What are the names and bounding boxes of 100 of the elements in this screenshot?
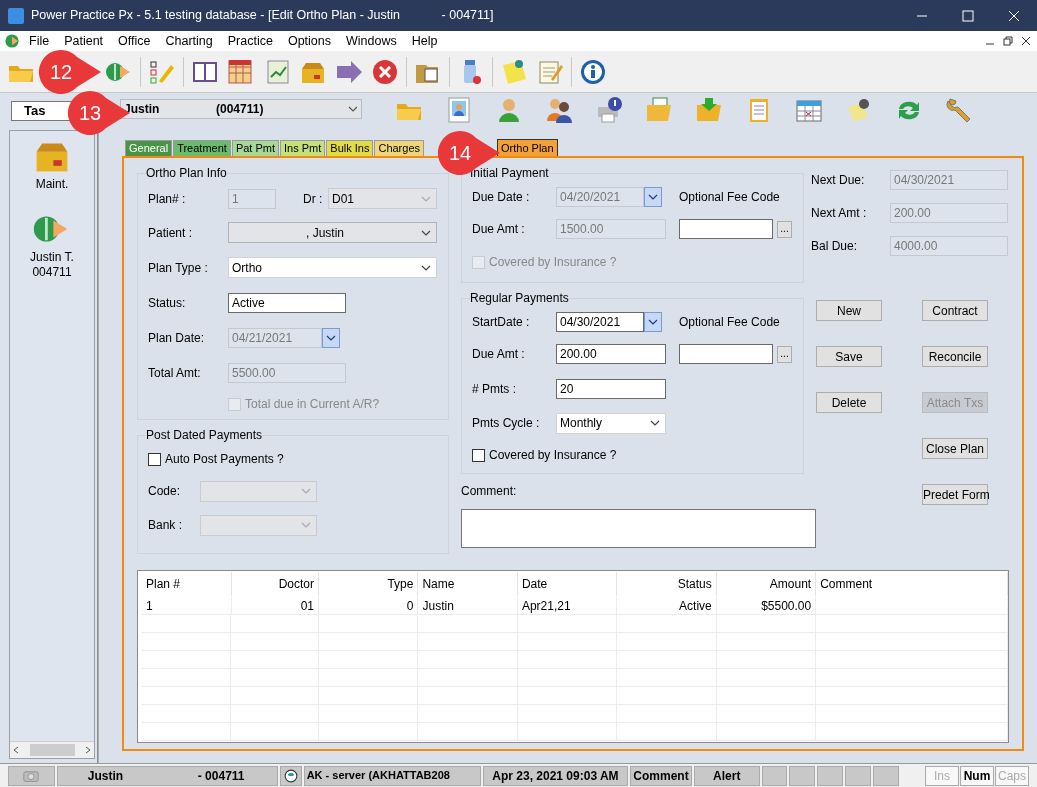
scroll-thumb[interactable] [29, 744, 75, 756]
column-header[interactable]: Status [617, 572, 717, 596]
chevron-icon [301, 522, 311, 528]
menu-item[interactable]: Options [287, 31, 331, 51]
chevron-icon [650, 420, 660, 426]
field-label: Bank : [148, 517, 184, 534]
comment-field[interactable] [461, 509, 816, 548]
callout-badge: 12 [38, 49, 102, 95]
tab[interactable]: Pat Pmt [231, 140, 279, 156]
tab[interactable]: Ortho Plan [497, 139, 558, 156]
table-cell: 1 [142, 597, 232, 614]
form-button[interactable]: Reconcile [922, 346, 988, 367]
chevron-icon [648, 319, 658, 325]
date-dropdown-button[interactable] [322, 327, 340, 348]
menu-item[interactable]: Patient [64, 31, 104, 51]
tab[interactable]: Treatment [173, 140, 231, 156]
tab[interactable]: General [125, 140, 173, 156]
status-comment[interactable]: Comment [630, 765, 692, 786]
tab[interactable]: Charges [374, 140, 424, 156]
chevron-icon [326, 334, 336, 341]
status-panel [817, 765, 844, 786]
menu-item[interactable]: Charting [165, 31, 213, 51]
text-field[interactable]: Active [228, 292, 346, 313]
checkbox[interactable] [472, 448, 485, 462]
scroll-right-icon[interactable] [85, 746, 91, 754]
chevron-icon [348, 106, 358, 112]
field-label: # Pmts : [472, 380, 517, 398]
field-label: Due Date : [472, 189, 531, 206]
checkbox-label: Covered by Insurance ? [489, 447, 617, 464]
horizontal-scrollbar[interactable] [10, 741, 94, 758]
column-header[interactable]: Comment [816, 572, 1008, 596]
comment-label: Comment: [461, 483, 518, 500]
menu-item[interactable]: Practice [227, 31, 273, 51]
status-patient: Justin [87, 767, 125, 785]
form-button[interactable]: Predet Form [922, 484, 988, 505]
chevron-icon [421, 195, 431, 202]
menu-item[interactable]: Windows [346, 31, 397, 51]
form-button[interactable]: Contract [922, 300, 988, 321]
column-header[interactable]: Type [319, 572, 419, 596]
column-header[interactable]: Date [517, 572, 618, 596]
browse-button[interactable]: ... [777, 345, 792, 363]
menu-item[interactable]: Help [411, 31, 438, 51]
chevron-icon [421, 229, 431, 236]
form-button[interactable]: Delete [816, 392, 882, 413]
key-indicator: Ins [925, 765, 959, 786]
column-header[interactable]: Plan # [142, 572, 232, 596]
status-panel [845, 765, 872, 786]
form-button[interactable]: Save [816, 346, 882, 367]
status-server: AK - server (AKHATTAB208 [303, 765, 481, 786]
readonly-field: 4000.00 [890, 236, 1008, 256]
dropdown[interactable]: Ortho [228, 257, 437, 278]
field-label: Due Amt : [472, 346, 526, 363]
field-label: Status: [148, 294, 187, 312]
readonly-field: 04/30/2021 [890, 170, 1008, 190]
close-icon[interactable] [1019, 34, 1033, 48]
column-header[interactable]: Doctor [231, 572, 319, 596]
table-cell: Justin [418, 597, 518, 614]
field-label: Dr : [303, 190, 324, 208]
group-title: Initial Payment [470, 165, 549, 182]
browse-button[interactable]: ... [777, 220, 792, 238]
restore-icon[interactable] [1001, 34, 1015, 48]
dropdown[interactable]: Monthly [556, 412, 666, 434]
date-dropdown-button[interactable] [644, 312, 662, 332]
tab[interactable]: Ins Pmt [280, 140, 326, 156]
status-panel [873, 765, 899, 786]
field-label: Plan Type : [148, 259, 209, 277]
checkbox[interactable] [148, 452, 161, 466]
field-label: Patient : [148, 224, 194, 242]
field-label: Total Amt: [148, 364, 202, 382]
group-title: Regular Payments [470, 290, 569, 307]
table-cell: 01 [231, 597, 319, 614]
sidebar-item[interactable]: Justin T. 004711 [30, 208, 74, 280]
text-field[interactable]: 200.00 [556, 344, 666, 364]
status-patient-id: - 004711 [197, 767, 245, 785]
menu-item[interactable]: File [29, 31, 50, 51]
menu-item[interactable]: Office [118, 31, 151, 51]
field-label: Plan# : [148, 190, 187, 208]
scroll-left-icon[interactable] [13, 746, 19, 754]
status-alert[interactable]: Alert [693, 765, 760, 786]
fee-code-field[interactable] [679, 219, 773, 239]
date-dropdown-button[interactable] [644, 187, 662, 207]
app-icon[interactable] [3, 32, 21, 50]
field-label: Code: [148, 483, 182, 500]
date-field[interactable]: 04/30/2021 [556, 312, 644, 332]
column-header[interactable]: Amount [716, 572, 817, 596]
table-cell: $5500.00 [716, 597, 817, 614]
chevron-icon [301, 488, 311, 494]
field-label: StartDate : [472, 314, 531, 331]
form-button[interactable]: Close Plan [922, 438, 988, 459]
readonly-field: 200.00 [890, 203, 1008, 223]
text-field[interactable]: 20 [556, 378, 666, 399]
fee-code-field[interactable] [679, 344, 773, 364]
checkbox-label: Covered by Insurance ? [489, 254, 617, 271]
field-label: Bal Due: [811, 238, 859, 255]
chevron-icon [421, 264, 431, 271]
key-indicator: Caps [995, 765, 1029, 786]
tab[interactable]: Bulk Ins [326, 140, 374, 156]
form-button[interactable]: New [816, 300, 882, 321]
column-header[interactable]: Name [418, 572, 518, 596]
sidebar-item[interactable]: Maint. [31, 135, 73, 192]
